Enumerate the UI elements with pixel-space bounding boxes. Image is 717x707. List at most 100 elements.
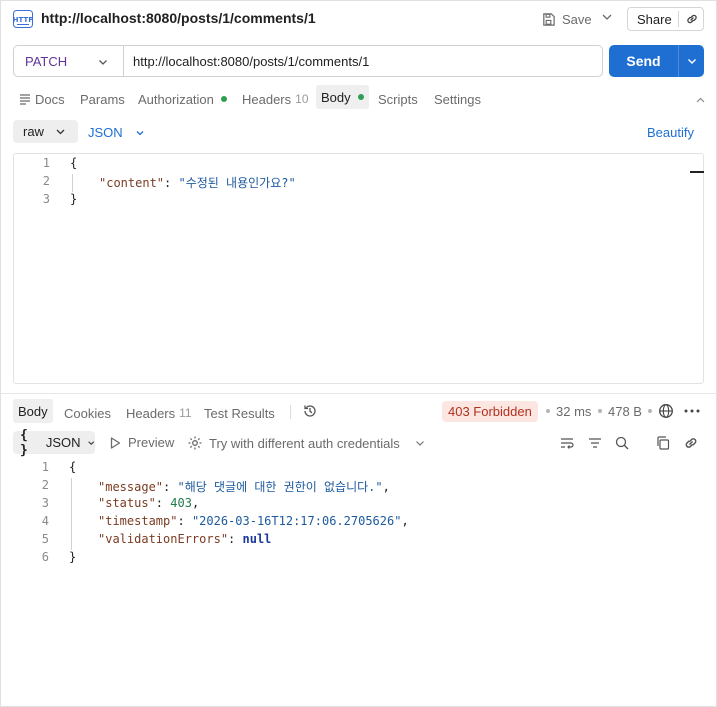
json-string: "2026-03-16T12:17:06.2705626" [191,514,402,528]
response-tab-cookies[interactable]: Cookies [64,403,111,423]
tab-label: Params [80,91,125,107]
share-button[interactable]: Share [627,7,704,31]
search-icon[interactable] [614,435,630,451]
beautify-button[interactable]: Beautify [647,125,694,140]
method-select[interactable]: PATCH [14,46,124,76]
response-tab-test-results[interactable]: Test Results [204,403,275,423]
tab-headers[interactable]: Headers 10 [242,89,309,109]
link-icon[interactable] [683,435,699,451]
line-number: 2 [42,174,50,188]
request-title[interactable]: http://localhost:8080/posts/1/comments/1 [41,10,316,26]
code-line: "validationErrors": null [98,532,272,546]
line-number: 2 [41,478,49,492]
code-line: "status": 403, [98,496,200,510]
history-icon[interactable] [302,403,318,419]
chevron-down-icon [687,59,696,64]
filter-icon[interactable] [587,435,603,451]
chevron-down-icon[interactable] [414,437,426,449]
tab-docs[interactable]: Docs [19,89,65,109]
send-label: Send [626,53,661,69]
tab-settings[interactable]: Settings [434,89,481,109]
json-key: "validationErrors" [98,532,229,546]
tab-label: Body [321,89,351,105]
headers-count: 10 [295,92,309,106]
chevron-up-icon[interactable] [695,95,706,106]
preview-label: Preview [128,435,175,450]
tab-label: Cookies [64,405,111,421]
auth-try-label: Try with different auth credentials [209,435,400,451]
code-line: "message": "해당 댓글에 대한 권한이 없습니다.", [98,480,390,494]
braces-icon: { } [20,427,28,458]
link-icon[interactable] [685,12,699,26]
line-number: 6 [41,550,49,564]
code-brace: } [69,550,77,564]
code-brace: { [69,460,77,474]
separator-dot [648,409,652,413]
send-button[interactable]: Send [609,45,704,77]
auth-try-button[interactable]: Try with different auth credentials [187,435,400,451]
request-body-editor[interactable]: 1 2 3 { "content": "수정된 내용인가요?" } [13,153,704,384]
save-icon [543,12,555,26]
http-icon: HTTP [13,10,33,28]
wrap-icon[interactable] [559,435,575,451]
copy-icon[interactable] [655,435,671,451]
minimap-marker [690,171,704,173]
line-number: 3 [41,496,49,510]
method-label: PATCH [25,53,68,69]
tab-label: Docs [35,91,65,107]
separator-dot [598,409,602,413]
tab-body[interactable]: Body [316,85,369,109]
response-size[interactable]: 478 B [608,404,642,419]
body-format-select[interactable]: JSON [88,125,145,140]
pane-divider[interactable] [0,393,717,394]
status-badge[interactable]: 403 Forbidden [442,401,538,422]
chevron-down-icon [56,129,65,135]
response-tab-body[interactable]: Body [13,399,53,423]
code-brace: } [70,192,78,206]
tab-label: Test Results [204,405,275,421]
save-button[interactable]: Save [541,8,592,30]
body-mode-select[interactable]: raw [13,120,78,143]
gear-icon [188,436,202,450]
line-number: 4 [41,514,49,528]
tab-label: Settings [434,91,481,107]
json-key: "message" [98,480,164,494]
json-number: 403 [170,496,192,510]
docs-icon [20,94,30,105]
code-line: "timestamp": "2026-03-16T12:17:06.270562… [98,514,409,528]
globe-icon[interactable] [658,403,674,419]
tab-params[interactable]: Params [80,89,125,109]
body-format-label: JSON [88,125,123,140]
line-number: 5 [41,532,49,546]
chevron-down-icon[interactable] [600,10,614,24]
indent-guide [71,478,72,550]
json-colon: : [164,176,179,190]
chevron-down-icon [87,440,94,445]
response-format-select[interactable]: { } JSON [13,428,95,458]
active-indicator [220,96,227,102]
send-options-button[interactable] [679,45,704,77]
json-key: "status" [98,496,156,510]
line-number: 1 [41,460,49,474]
chevron-down-icon [99,60,107,65]
active-indicator [357,94,364,100]
response-time[interactable]: 32 ms [556,404,591,419]
tab-authorization[interactable]: Authorization [138,89,227,109]
tab-scripts[interactable]: Scripts [378,89,418,109]
response-body-viewer[interactable]: 1 2 3 4 5 6 { "message": "해당 댓글에 대한 권한이 … [13,458,704,698]
response-tab-headers[interactable]: Headers 11 [126,403,192,423]
json-key: "content" [99,176,165,190]
more-icon[interactable] [683,403,701,419]
line-number: 3 [42,192,50,206]
preview-button[interactable]: Preview [108,435,174,450]
url-bar: PATCH [13,45,603,77]
tab-label: Scripts [378,91,418,107]
url-input[interactable] [124,46,602,76]
code-brace: { [70,156,78,170]
json-null: null [242,532,272,546]
chevron-down-icon [136,130,144,135]
share-label: Share [637,11,672,27]
body-mode-label: raw [23,124,44,139]
share-divider [678,11,679,27]
play-icon [110,436,121,449]
